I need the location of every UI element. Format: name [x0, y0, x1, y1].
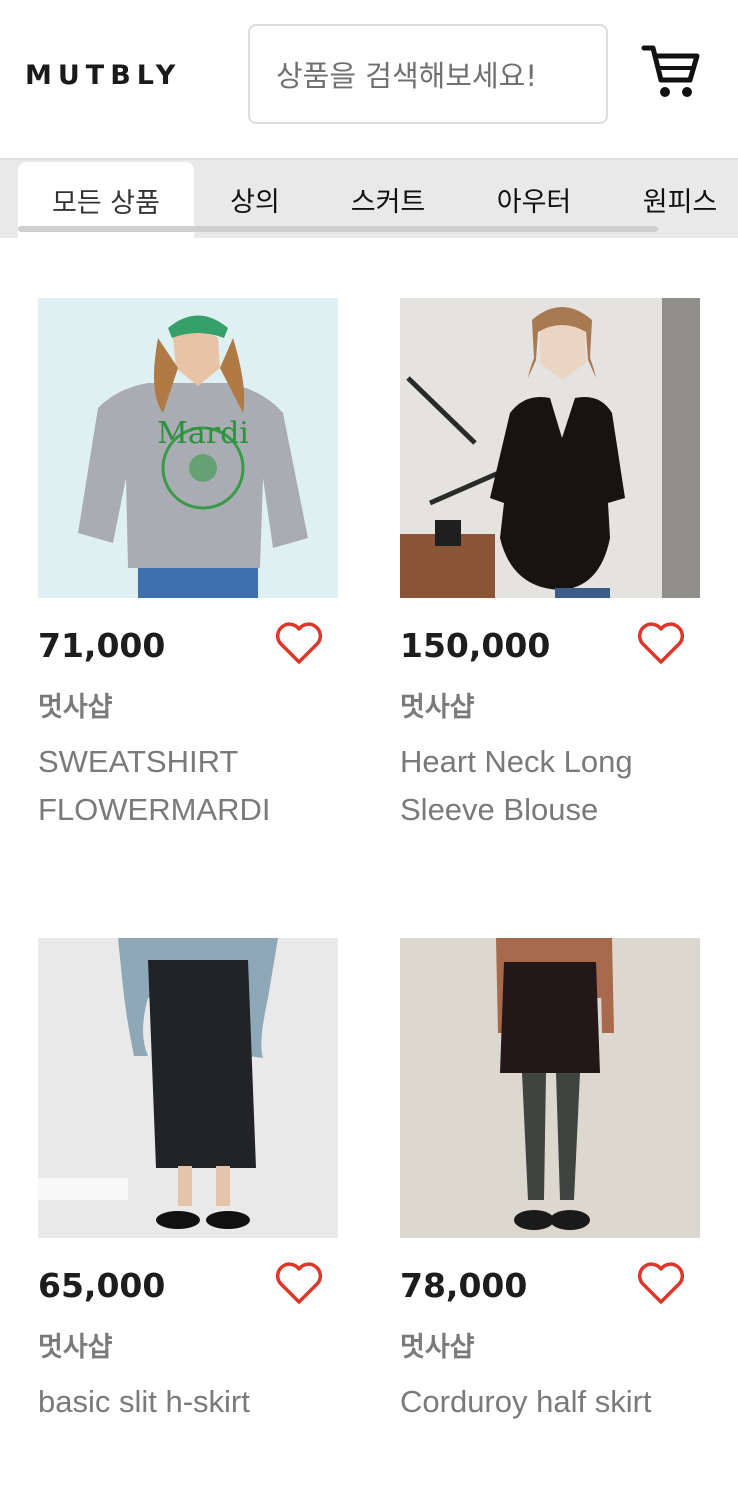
product-price: 71,000	[38, 626, 166, 665]
tabs-scrollbar[interactable]	[18, 226, 658, 232]
product-price: 78,000	[400, 1266, 528, 1305]
product-name[interactable]: basic slit h-skirt	[38, 1378, 338, 1426]
heart-icon[interactable]	[274, 620, 324, 666]
product-name[interactable]: SWEATSHIRT FLOWERMARDI	[38, 738, 338, 834]
heart-icon[interactable]	[636, 1260, 686, 1306]
product-name[interactable]: Heart Neck Long Sleeve Blouse	[400, 738, 700, 834]
search-input[interactable]	[276, 54, 586, 98]
product-image-sweatshirt[interactable]: Mardi	[38, 298, 338, 598]
product-price: 65,000	[38, 1266, 166, 1305]
heart-icon[interactable]	[636, 620, 686, 666]
header: MUTBLY	[0, 0, 738, 158]
product-card[interactable]: 65,000 멋사샵 basic slit h-skirt	[38, 938, 338, 1458]
product-image-long-skirt[interactable]	[38, 938, 338, 1238]
product-card[interactable]: 78,000 멋사샵 Corduroy half skirt	[400, 938, 700, 1458]
product-card[interactable]: 150,000 멋사샵 Heart Neck Long Sleeve Blous…	[400, 298, 700, 858]
product-name[interactable]: Corduroy half skirt	[400, 1378, 700, 1426]
category-tabs: 모든 상품 상의 스커트 아우터 원피스	[0, 158, 738, 238]
svg-text:Mardi: Mardi	[157, 416, 249, 451]
product-card[interactable]: Mardi 71,000 멋사샵 SWEATSHIRT FLOWERMARDI	[38, 298, 338, 858]
product-price: 150,000	[400, 626, 551, 665]
product-brand: 멋사샵	[400, 692, 475, 723]
product-image-blouse[interactable]	[400, 298, 700, 598]
product-brand: 멋사샵	[38, 1332, 113, 1363]
product-brand: 멋사샵	[400, 1332, 475, 1363]
product-image-corduroy-skirt[interactable]	[400, 938, 700, 1238]
search-box[interactable]	[248, 24, 608, 124]
product-brand: 멋사샵	[38, 692, 113, 723]
heart-icon[interactable]	[274, 1260, 324, 1306]
cart-icon[interactable]	[640, 40, 702, 102]
logo[interactable]: MUTBLY	[25, 58, 181, 94]
